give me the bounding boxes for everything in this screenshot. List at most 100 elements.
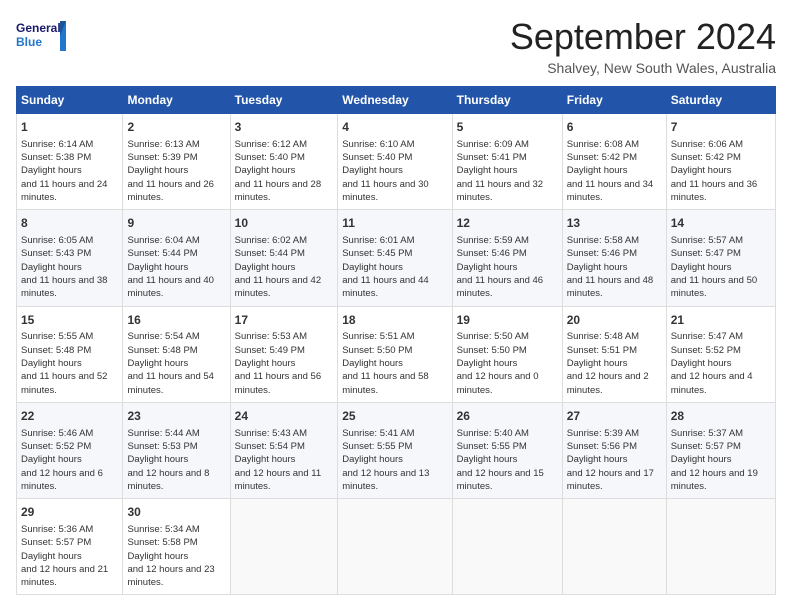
- sunset: Sunset: 5:40 PM: [235, 152, 305, 163]
- day-number: 15: [21, 312, 118, 329]
- header-thursday: Thursday: [452, 87, 562, 114]
- day-number: 5: [457, 119, 558, 136]
- daylight-label: Daylight hours: [127, 454, 188, 465]
- table-row: 25 Sunrise: 5:41 AM Sunset: 5:55 PM Dayl…: [338, 402, 452, 498]
- logo: General Blue: [16, 16, 66, 56]
- header-sunday: Sunday: [17, 87, 123, 114]
- title-area: September 2024 Shalvey, New South Wales,…: [510, 16, 776, 76]
- daylight-label: Daylight hours: [342, 454, 403, 465]
- sunset: Sunset: 5:38 PM: [21, 152, 91, 163]
- day-number: 21: [671, 312, 771, 329]
- table-row: 14 Sunrise: 5:57 AM Sunset: 5:47 PM Dayl…: [666, 210, 775, 306]
- sunset: Sunset: 5:44 PM: [235, 248, 305, 259]
- table-row: 27 Sunrise: 5:39 AM Sunset: 5:56 PM Dayl…: [562, 402, 666, 498]
- header-friday: Friday: [562, 87, 666, 114]
- daylight-duration: and 12 hours and 17 minutes.: [567, 468, 654, 492]
- sunrise: Sunrise: 5:54 AM: [127, 331, 199, 342]
- sunset: Sunset: 5:46 PM: [457, 248, 527, 259]
- day-number: 22: [21, 408, 118, 425]
- sunset: Sunset: 5:39 PM: [127, 152, 197, 163]
- daylight-duration: and 12 hours and 2 minutes.: [567, 371, 649, 395]
- day-number: 26: [457, 408, 558, 425]
- table-row: 5 Sunrise: 6:09 AM Sunset: 5:41 PM Dayli…: [452, 114, 562, 210]
- day-number: 30: [127, 504, 225, 521]
- daylight-label: Daylight hours: [127, 262, 188, 273]
- sunset: Sunset: 5:49 PM: [235, 345, 305, 356]
- table-row: 30 Sunrise: 5:34 AM Sunset: 5:58 PM Dayl…: [123, 499, 230, 595]
- daylight-duration: and 11 hours and 56 minutes.: [235, 371, 321, 395]
- daylight-duration: and 12 hours and 8 minutes.: [127, 468, 209, 492]
- sunset: Sunset: 5:55 PM: [342, 441, 412, 452]
- sunset: Sunset: 5:56 PM: [567, 441, 637, 452]
- sunrise: Sunrise: 5:34 AM: [127, 524, 199, 535]
- daylight-duration: and 12 hours and 6 minutes.: [21, 468, 103, 492]
- header-monday: Monday: [123, 87, 230, 114]
- table-row: 28 Sunrise: 5:37 AM Sunset: 5:57 PM Dayl…: [666, 402, 775, 498]
- day-number: 29: [21, 504, 118, 521]
- sunrise: Sunrise: 6:04 AM: [127, 235, 199, 246]
- day-number: 17: [235, 312, 334, 329]
- daylight-label: Daylight hours: [567, 262, 628, 273]
- sunset: Sunset: 5:51 PM: [567, 345, 637, 356]
- sunset: Sunset: 5:44 PM: [127, 248, 197, 259]
- daylight-duration: and 11 hours and 40 minutes.: [127, 275, 213, 299]
- calendar-table: Sunday Monday Tuesday Wednesday Thursday…: [16, 86, 776, 595]
- sunrise: Sunrise: 5:58 AM: [567, 235, 639, 246]
- daylight-label: Daylight hours: [457, 358, 518, 369]
- sunset: Sunset: 5:52 PM: [21, 441, 91, 452]
- sunrise: Sunrise: 5:59 AM: [457, 235, 529, 246]
- daylight-label: Daylight hours: [671, 454, 732, 465]
- sunrise: Sunrise: 5:36 AM: [21, 524, 93, 535]
- sunrise: Sunrise: 6:10 AM: [342, 139, 414, 150]
- sunset: Sunset: 5:47 PM: [671, 248, 741, 259]
- daylight-duration: and 11 hours and 50 minutes.: [671, 275, 757, 299]
- daylight-duration: and 11 hours and 52 minutes.: [21, 371, 107, 395]
- table-row: 4 Sunrise: 6:10 AM Sunset: 5:40 PM Dayli…: [338, 114, 452, 210]
- sunrise: Sunrise: 5:46 AM: [21, 428, 93, 439]
- sunrise: Sunrise: 6:01 AM: [342, 235, 414, 246]
- day-number: 13: [567, 215, 662, 232]
- table-row: 24 Sunrise: 5:43 AM Sunset: 5:54 PM Dayl…: [230, 402, 338, 498]
- svg-text:Blue: Blue: [16, 35, 42, 49]
- day-number: 6: [567, 119, 662, 136]
- sunrise: Sunrise: 6:02 AM: [235, 235, 307, 246]
- daylight-duration: and 11 hours and 34 minutes.: [567, 179, 653, 203]
- sunrise: Sunrise: 6:05 AM: [21, 235, 93, 246]
- daylight-label: Daylight hours: [671, 262, 732, 273]
- daylight-duration: and 11 hours and 32 minutes.: [457, 179, 543, 203]
- svg-text:General: General: [16, 21, 61, 35]
- day-number: 14: [671, 215, 771, 232]
- sunset: Sunset: 5:57 PM: [21, 537, 91, 548]
- daylight-label: Daylight hours: [235, 454, 296, 465]
- daylight-duration: and 11 hours and 58 minutes.: [342, 371, 428, 395]
- table-row: 10 Sunrise: 6:02 AM Sunset: 5:44 PM Dayl…: [230, 210, 338, 306]
- day-number: 19: [457, 312, 558, 329]
- header-wednesday: Wednesday: [338, 87, 452, 114]
- daylight-label: Daylight hours: [21, 262, 82, 273]
- daylight-duration: and 11 hours and 46 minutes.: [457, 275, 543, 299]
- daylight-duration: and 11 hours and 48 minutes.: [567, 275, 653, 299]
- daylight-duration: and 11 hours and 44 minutes.: [342, 275, 428, 299]
- table-row: 16 Sunrise: 5:54 AM Sunset: 5:48 PM Dayl…: [123, 306, 230, 402]
- sunset: Sunset: 5:54 PM: [235, 441, 305, 452]
- day-number: 12: [457, 215, 558, 232]
- day-number: 2: [127, 119, 225, 136]
- daylight-duration: and 11 hours and 36 minutes.: [671, 179, 757, 203]
- sunrise: Sunrise: 5:55 AM: [21, 331, 93, 342]
- sunrise: Sunrise: 5:50 AM: [457, 331, 529, 342]
- daylight-label: Daylight hours: [567, 165, 628, 176]
- table-row: 20 Sunrise: 5:48 AM Sunset: 5:51 PM Dayl…: [562, 306, 666, 402]
- daylight-label: Daylight hours: [127, 165, 188, 176]
- sunset: Sunset: 5:50 PM: [457, 345, 527, 356]
- daylight-label: Daylight hours: [21, 165, 82, 176]
- daylight-duration: and 12 hours and 23 minutes.: [127, 564, 214, 588]
- daylight-duration: and 12 hours and 0 minutes.: [457, 371, 539, 395]
- daylight-label: Daylight hours: [567, 358, 628, 369]
- day-number: 28: [671, 408, 771, 425]
- day-number: 1: [21, 119, 118, 136]
- table-row: 6 Sunrise: 6:08 AM Sunset: 5:42 PM Dayli…: [562, 114, 666, 210]
- daylight-label: Daylight hours: [127, 358, 188, 369]
- day-number: 4: [342, 119, 447, 136]
- sunset: Sunset: 5:58 PM: [127, 537, 197, 548]
- daylight-duration: and 11 hours and 38 minutes.: [21, 275, 107, 299]
